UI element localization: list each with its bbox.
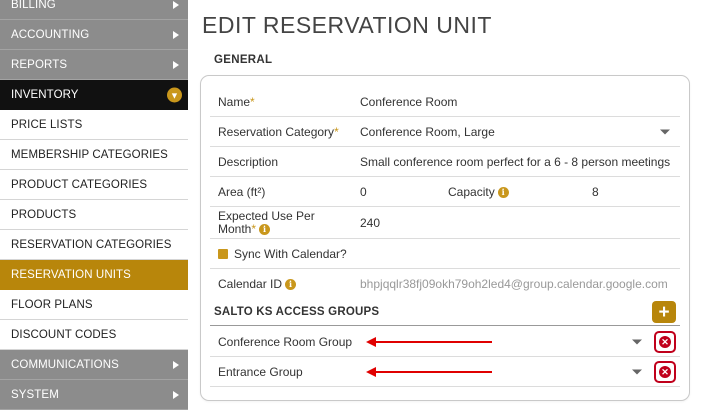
sidebar-item-products[interactable]: PRODUCTS xyxy=(0,200,188,230)
chevron-down-icon[interactable] xyxy=(660,129,670,134)
red-arrow-annotation xyxy=(366,337,492,347)
sidebar-item-label: PRODUCT CATEGORIES xyxy=(11,178,148,191)
description-label: Description xyxy=(218,154,279,169)
sidebar-item-label: PRICE LISTS xyxy=(11,118,83,131)
info-icon[interactable]: i xyxy=(259,223,271,235)
name-row: Name* Conference Room xyxy=(210,87,680,117)
sidebar-item-label: ACCOUNTING xyxy=(11,28,90,41)
sidebar-item-reports[interactable]: REPORTS xyxy=(0,50,188,80)
sidebar-item-label: COMMUNICATIONS xyxy=(11,358,119,371)
area-label: Area (ft²) xyxy=(218,184,266,199)
info-icon[interactable]: i xyxy=(285,279,297,290)
chevron-right-icon xyxy=(173,60,179,69)
chevron-right-icon xyxy=(173,30,179,39)
info-icon[interactable]: i xyxy=(497,186,509,198)
close-icon: ✕ xyxy=(659,365,671,378)
description-input[interactable]: Small conference room perfect for a 6 - … xyxy=(360,155,672,169)
sidebar-item-communications[interactable]: COMMUNICATIONS xyxy=(0,350,188,380)
sidebar-item-label: RESERVATION UNITS xyxy=(11,269,131,281)
red-arrow-annotation xyxy=(366,367,492,377)
sidebar-item-billing[interactable]: BILLING xyxy=(0,0,188,20)
page-title: EDIT RESERVATION UNIT xyxy=(202,12,492,38)
chevron-down-icon[interactable] xyxy=(632,369,642,374)
name-input[interactable]: Conference Room xyxy=(360,95,672,109)
salto-access-groups-heading: SALTO KS ACCESS GROUPS xyxy=(214,306,380,318)
chevron-right-icon xyxy=(173,390,179,399)
sync-calendar-label: Sync With Calendar? xyxy=(234,246,347,261)
section-divider xyxy=(210,325,680,326)
sidebar-item-price-lists[interactable]: PRICE LISTS xyxy=(0,110,188,140)
chevron-right-icon xyxy=(173,360,179,369)
sidebar-item-membership-categories[interactable]: MEMBERSHIP CATEGORIES xyxy=(0,140,188,170)
sidebar-item-product-categories[interactable]: PRODUCT CATEGORIES xyxy=(0,170,188,200)
sidebar-item-label: MEMBERSHIP CATEGORIES xyxy=(11,148,168,161)
capacity-input[interactable]: 8 xyxy=(592,185,652,199)
sidebar: BILLING ACCOUNTING REPORTS INVENTORY ▼ PRICE … xyxy=(0,0,188,418)
sidebar-item-label: REPORTS xyxy=(11,58,68,71)
area-capacity-row: Area (ft²) 0 Capacity i 8 xyxy=(210,177,680,207)
expand-down-icon[interactable]: ▼ xyxy=(167,87,182,103)
sidebar-item-label: BILLING xyxy=(11,0,56,11)
calendar-id-row: Calendar ID i bhpjqqlr38fj09okh79oh2led4@… xyxy=(210,269,680,299)
sidebar-item-discount-codes[interactable]: DISCOUNT CODES xyxy=(0,320,188,350)
sidebar-item-label: RESERVATION CATEGORIES xyxy=(11,238,172,251)
chevron-right-icon xyxy=(173,0,179,9)
capacity-label: Capacity i xyxy=(448,185,509,199)
sidebar-item-reservation-categories[interactable]: RESERVATION CATEGORIES xyxy=(0,230,188,260)
sidebar-item-label: PRODUCTS xyxy=(11,208,77,221)
sidebar-item-floor-plans[interactable]: FLOOR PLANS xyxy=(0,290,188,320)
sync-calendar-row: Sync With Calendar? xyxy=(210,239,680,269)
calendar-id-input[interactable]: bhpjqqlr38fj09okh79oh2led4@group.calenda… xyxy=(360,277,672,291)
expected-use-input[interactable]: 240 xyxy=(360,216,672,230)
expected-use-label: Expected Use Per Month* i xyxy=(218,208,315,236)
sidebar-item-accounting[interactable]: ACCOUNTING xyxy=(0,20,188,50)
reservation-category-select[interactable]: Conference Room, Large xyxy=(360,125,672,139)
calendar-id-label: Calendar ID i xyxy=(218,277,297,291)
access-group-select[interactable]: Conference Room Group xyxy=(218,335,352,349)
access-group-select[interactable]: Entrance Group xyxy=(218,365,303,379)
sidebar-item-label: DISCOUNT CODES xyxy=(11,328,117,341)
chevron-down-icon[interactable] xyxy=(632,339,642,344)
reservation-category-label: Reservation Category* xyxy=(218,124,339,139)
area-input[interactable]: 0 xyxy=(360,185,420,199)
sidebar-item-label: INVENTORY xyxy=(11,89,79,101)
remove-access-group-button[interactable]: ✕ xyxy=(654,330,676,353)
reservation-category-row: Reservation Category* Conference Room, L… xyxy=(210,117,680,147)
sidebar-item-label: FLOOR PLANS xyxy=(11,298,93,311)
name-label: Name* xyxy=(218,94,255,109)
sidebar-item-label: SYSTEM xyxy=(11,388,59,401)
close-icon: ✕ xyxy=(659,335,671,348)
expected-use-row: Expected Use Per Month* i 240 xyxy=(210,207,680,239)
add-access-group-button[interactable]: + xyxy=(652,301,676,323)
sidebar-item-system[interactable]: SYSTEM xyxy=(0,380,188,410)
sync-calendar-checkbox[interactable] xyxy=(218,248,228,259)
remove-access-group-button[interactable]: ✕ xyxy=(654,360,676,383)
sidebar-item-reservation-units[interactable]: RESERVATION UNITS xyxy=(0,260,188,290)
general-section-heading: GENERAL xyxy=(214,54,273,66)
description-row: Description Small conference room perfec… xyxy=(210,147,680,177)
sidebar-item-inventory[interactable]: INVENTORY ▼ xyxy=(0,80,188,110)
